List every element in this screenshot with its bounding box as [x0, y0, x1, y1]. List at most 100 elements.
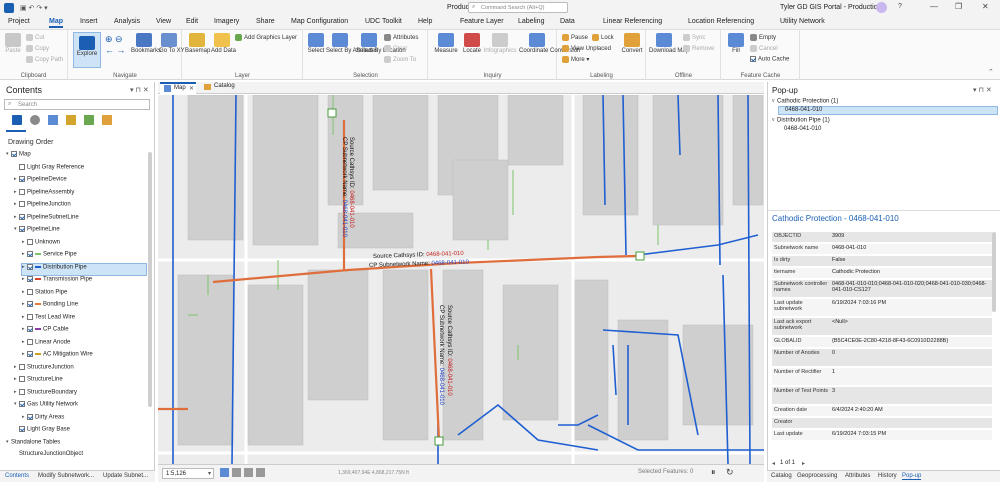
- clear-button[interactable]: Clear: [384, 45, 407, 53]
- tab-labeling[interactable]: Labeling: [518, 18, 544, 25]
- close-tab-icon[interactable]: ✕: [189, 85, 194, 92]
- select-by-location-button[interactable]: Select By Location: [356, 33, 406, 55]
- layer-row[interactable]: ▸ PipelineJunction: [14, 201, 146, 212]
- avatar[interactable]: [876, 2, 887, 13]
- layer-row[interactable]: StructureJunctionObject: [14, 451, 146, 462]
- lock-button[interactable]: Lock: [592, 34, 614, 42]
- visibility-checkbox[interactable]: [27, 238, 33, 245]
- map-view-icon[interactable]: [220, 468, 229, 477]
- visibility-checkbox[interactable]: [19, 388, 25, 395]
- visibility-checkbox[interactable]: [27, 313, 33, 320]
- measure-button[interactable]: Measure: [431, 33, 461, 55]
- visibility-checkbox[interactable]: [19, 201, 25, 207]
- copy-button[interactable]: Copy: [26, 45, 49, 53]
- infographics-button[interactable]: Infographics: [483, 33, 517, 55]
- data-source-icon[interactable]: [30, 115, 40, 125]
- add-data-button[interactable]: Add Data: [211, 33, 236, 55]
- layer-row[interactable]: Light Gray Base: [14, 426, 146, 437]
- visibility-checkbox[interactable]: [27, 276, 33, 282]
- more-button[interactable]: More ▾: [562, 56, 589, 64]
- tab-location-referencing[interactable]: Location Referencing: [688, 18, 754, 25]
- tab-geoprocessing[interactable]: Geoprocessing: [797, 473, 837, 479]
- convert-button[interactable]: Convert: [620, 33, 644, 55]
- visibility-checkbox[interactable]: [27, 413, 33, 420]
- pause-drawing-icon[interactable]: ⏸: [711, 467, 716, 478]
- bookmarks-button[interactable]: Bookmarks: [131, 33, 161, 55]
- visibility-checkbox[interactable]: [19, 188, 25, 195]
- cp-device-icon[interactable]: [434, 436, 444, 446]
- visibility-checkbox[interactable]: [27, 338, 33, 345]
- copy-path-button[interactable]: Copy Path: [26, 56, 63, 64]
- visibility-checkbox[interactable]: [19, 376, 25, 382]
- visibility-checkbox[interactable]: [19, 401, 25, 407]
- contents-scrollbar[interactable]: [148, 152, 152, 407]
- popup-group-distribution[interactable]: v Distribution Pipe (1): [772, 117, 830, 124]
- pane-options-icon[interactable]: ▾ ⊓ ✕: [130, 86, 149, 94]
- tab-catalog[interactable]: Catalog: [771, 473, 792, 479]
- cp-device-icon[interactable]: [327, 108, 337, 118]
- tab-map-configuration[interactable]: Map Configuration: [291, 18, 348, 25]
- collapse-ribbon-icon[interactable]: ⌃: [988, 68, 994, 76]
- tab-map-view[interactable]: Map ✕: [160, 82, 196, 94]
- tab-history[interactable]: History: [878, 473, 897, 479]
- layer-row[interactable]: ▸ AC Mitigation Wire: [22, 351, 146, 362]
- visibility-checkbox[interactable]: [19, 226, 25, 232]
- first-record-icon[interactable]: ◂: [772, 460, 775, 467]
- visibility-checkbox[interactable]: [19, 213, 25, 220]
- pause-button[interactable]: Pause: [562, 34, 588, 42]
- zoom-to-button[interactable]: Zoom To: [384, 56, 416, 64]
- visibility-checkbox[interactable]: [27, 251, 33, 257]
- sync-button[interactable]: Sync: [683, 34, 705, 42]
- layer-row[interactable]: ▸ Bonding Line: [22, 301, 146, 312]
- tab-data[interactable]: Data: [560, 18, 575, 25]
- tab-edit[interactable]: Edit: [186, 18, 198, 25]
- paste-button[interactable]: Paste: [4, 33, 22, 55]
- scale-combobox[interactable]: 1:5,126 ▾: [162, 468, 214, 479]
- layer-row[interactable]: ▸ PipelineSubnetLine: [14, 213, 146, 225]
- tab-catalog-view[interactable]: Catalog: [200, 82, 240, 94]
- tab-update-subnetwork[interactable]: Update Subnet...: [103, 473, 148, 479]
- map-canvas[interactable]: Source Cathsys ID: 0468-041-010 CP Subne…: [158, 95, 764, 464]
- layer-row[interactable]: ▸ Transmission Pipe: [22, 276, 146, 287]
- tab-insert[interactable]: Insert: [80, 18, 98, 25]
- layer-row[interactable]: ▸ Test Lead Wire: [22, 313, 146, 325]
- view-unplaced-button[interactable]: View Unplaced: [562, 45, 611, 53]
- visibility-checkbox[interactable]: [19, 163, 25, 170]
- drawing-order-icon[interactable]: [12, 115, 22, 125]
- help-icon[interactable]: ?: [898, 3, 902, 10]
- visibility-checkbox[interactable]: [19, 363, 25, 370]
- empty-button[interactable]: Empty: [750, 34, 776, 42]
- cancel-button[interactable]: Cancel: [750, 45, 778, 53]
- coordinate-conversion-button[interactable]: Coordinate Conversion: [519, 33, 580, 55]
- tab-feature-layer[interactable]: Feature Layer: [460, 18, 504, 25]
- attributes-button[interactable]: Attributes: [384, 34, 418, 42]
- pane-options-icon[interactable]: ▾ ⊓ ✕: [973, 86, 992, 94]
- select-button[interactable]: Select: [306, 33, 326, 55]
- command-search-input[interactable]: ⌕ Command Search (Alt+Q): [468, 2, 568, 13]
- contents-search-input[interactable]: ⌕ Search: [4, 99, 150, 110]
- next-record-icon[interactable]: ▸: [802, 460, 805, 467]
- visibility-checkbox[interactable]: [11, 151, 17, 157]
- maximize-icon[interactable]: ❐: [955, 2, 962, 11]
- visibility-checkbox[interactable]: [19, 176, 25, 182]
- snapping-list-icon[interactable]: [84, 115, 94, 125]
- layer-row[interactable]: ▾ Map: [6, 151, 146, 162]
- visibility-checkbox[interactable]: [19, 426, 25, 432]
- tab-popup[interactable]: Pop-up: [902, 473, 922, 480]
- layer-row[interactable]: ▸ Distribution Pipe: [21, 262, 147, 276]
- edit-list-icon[interactable]: [66, 115, 76, 125]
- tab-contents[interactable]: Contents: [5, 473, 29, 479]
- cut-button[interactable]: Cut: [26, 34, 44, 42]
- popup-item-cathodic-selected[interactable]: 0468-041-010: [778, 106, 998, 115]
- layer-row[interactable]: ▸ Service Pipe: [22, 251, 146, 262]
- quick-access-toolbar-icon[interactable]: ▣ ↶ ↷ ▾: [20, 4, 48, 12]
- layer-row[interactable]: ▸ Unknown: [22, 238, 146, 250]
- download-map-button[interactable]: Download Map: [649, 33, 689, 55]
- tab-linear-referencing[interactable]: Linear Referencing: [603, 18, 662, 25]
- cp-device-icon[interactable]: [635, 251, 645, 261]
- snapping-icon[interactable]: [256, 468, 265, 477]
- layer-row[interactable]: ▸ Station Pipe: [22, 288, 146, 300]
- tab-imagery[interactable]: Imagery: [214, 18, 239, 25]
- fixed-extent-icon[interactable]: [232, 468, 241, 477]
- selection-list-icon[interactable]: [48, 115, 58, 125]
